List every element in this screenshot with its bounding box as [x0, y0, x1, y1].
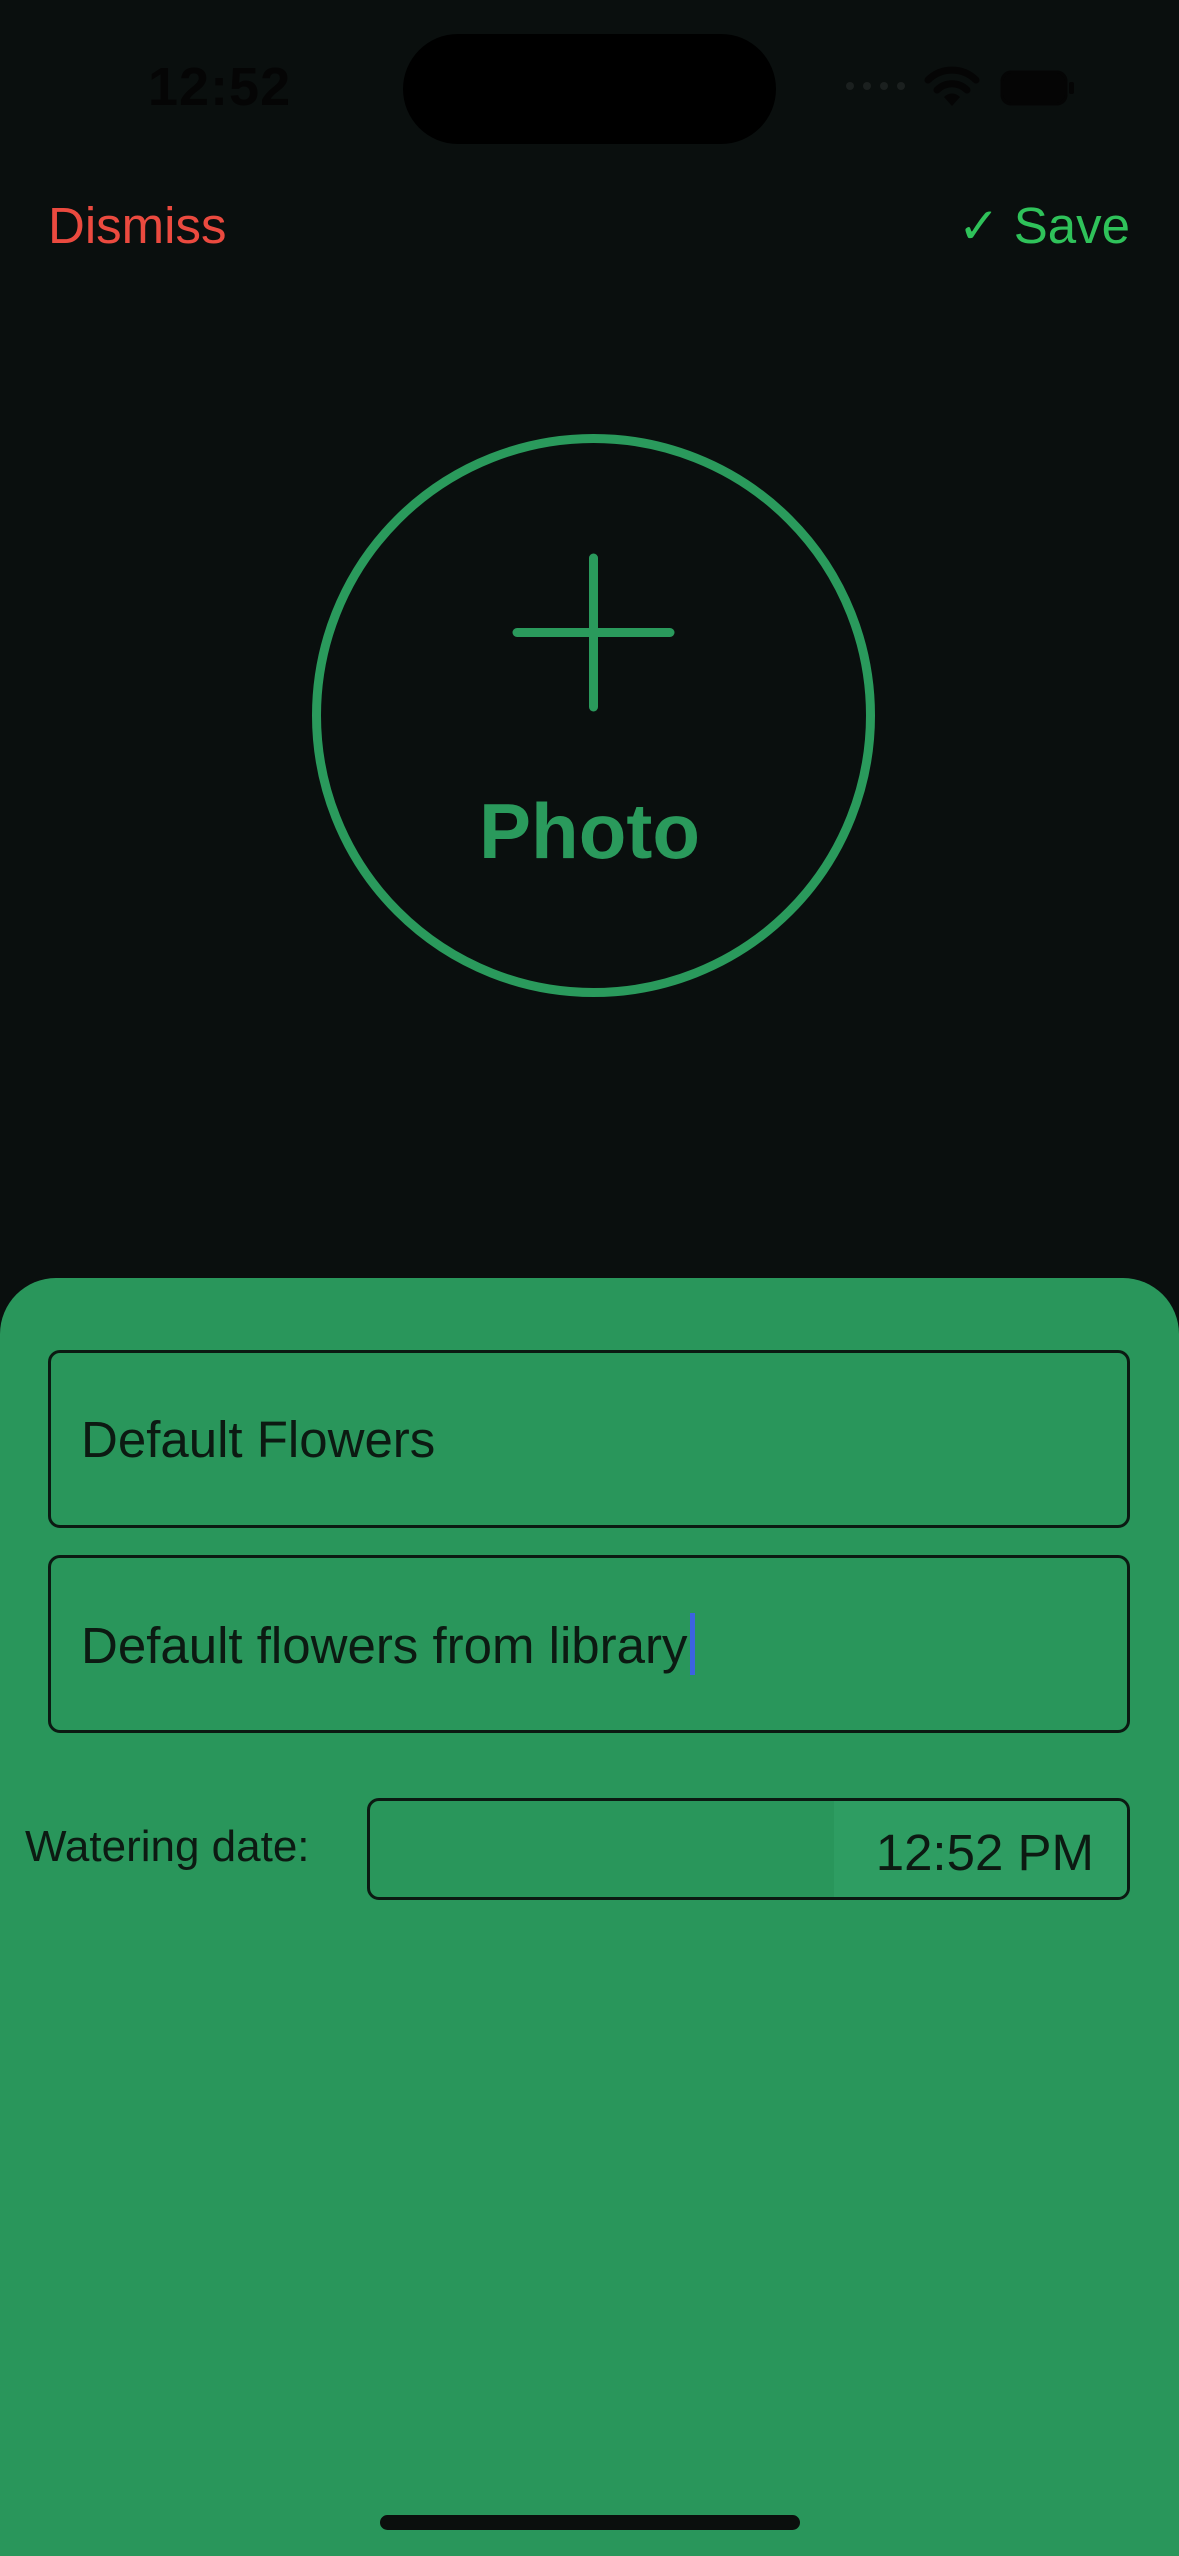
dismiss-button[interactable]: Dismiss [48, 196, 226, 255]
save-label: Save [1013, 197, 1130, 254]
description-field[interactable]: Default flowers from library [48, 1555, 1130, 1733]
photo-circle [312, 434, 875, 997]
watering-time-value: 12:52 PM [875, 1824, 1094, 1881]
plus-icon [512, 553, 675, 712]
add-photo-button[interactable] [312, 434, 875, 997]
status-time: 12:52 [148, 57, 292, 117]
text-cursor [689, 1613, 695, 1675]
battery-icon [1000, 70, 1074, 106]
cellular-signal-icon [846, 82, 905, 90]
status-bar: 12:52 [0, 0, 1179, 170]
watering-date-label: Watering date: [25, 1822, 310, 1871]
photo-label: Photo [479, 787, 700, 875]
home-indicator[interactable] [380, 2515, 800, 2530]
wifi-icon [924, 66, 980, 106]
description-value: Default flowers from library [81, 1617, 688, 1674]
checkmark-icon: ✓ [957, 197, 1000, 254]
plant-name-field[interactable] [48, 1350, 1130, 1528]
watering-date-picker[interactable]: 12:52 PM [367, 1798, 1130, 1900]
save-button[interactable]: ✓ Save [958, 196, 1130, 255]
dynamic-island [403, 34, 776, 144]
